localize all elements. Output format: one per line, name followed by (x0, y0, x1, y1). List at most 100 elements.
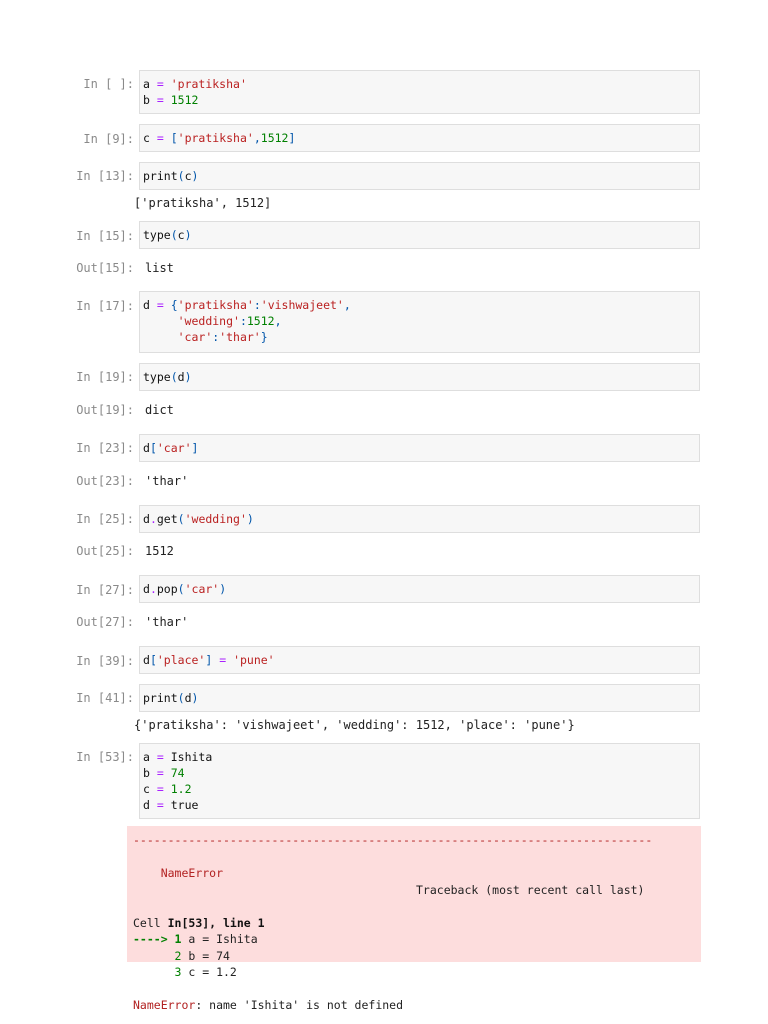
code-token: ( (177, 169, 185, 183)
cell-6-input[interactable]: type(d) (139, 363, 700, 391)
cell-8-input[interactable]: d.get('wedding') (139, 505, 700, 533)
code-token: ) (191, 691, 199, 705)
code-token: get (156, 512, 178, 526)
cell-7-prompt: In [23]: (76, 441, 134, 455)
traceback-label: Traceback (most recent call last) (416, 882, 645, 897)
error-line-2-code: b = 74 (181, 948, 230, 963)
cell-1-input[interactable]: a = 'pratiksha' b = 1512 (139, 70, 700, 114)
code-token: , (274, 314, 282, 328)
cell-4-out-prompt: Out[15]: (76, 261, 134, 275)
code-token: d (177, 370, 185, 384)
cell-4-prompt: In [15]: (76, 229, 134, 243)
error-output: ----------------------------------------… (127, 826, 701, 1012)
cell-5-input[interactable]: d = {'pratiksha':'vishwajeet', 'wedding'… (139, 291, 700, 353)
cell-8-out-prompt: Out[25]: (76, 544, 134, 558)
error-blank-line (133, 981, 695, 998)
code-token: d (143, 798, 150, 812)
error-line-1: ----> 1 a = Ishita (133, 931, 695, 948)
code-token: d (143, 441, 150, 455)
code-line: a = Ishita (143, 749, 695, 765)
code-line: type(d) (143, 369, 695, 385)
cell-11-input[interactable]: print(d) (139, 684, 700, 712)
code-line: d.get('wedding') (143, 511, 695, 527)
cell-3-input[interactable]: print(c) (139, 162, 700, 190)
cell-9-out-prompt: Out[27]: (76, 615, 134, 629)
code-token: 'place' (156, 653, 206, 667)
code-token: 'wedding' (184, 512, 247, 526)
code-token: = (149, 750, 171, 764)
error-line-3-code: c = 1.2 (181, 965, 237, 979)
code-line: d['car'] (143, 440, 695, 456)
code-line: 'car':'thar'} (143, 329, 695, 345)
code-token: 1512 (260, 131, 289, 145)
code-line: d = {'pratiksha':'vishwajeet', (143, 297, 695, 313)
cell-7-input[interactable]: d['car'] (139, 434, 700, 462)
code-token: ( (177, 582, 185, 596)
code-line: b = 74 (143, 765, 695, 781)
cell-8-prompt: In [25]: (76, 512, 134, 526)
cell-6-prompt: In [19]: (76, 370, 134, 384)
cell-1-prompt: In [ ]: (83, 77, 134, 91)
code-line: b = 1512 (143, 92, 695, 108)
code-token: [ (149, 653, 157, 667)
code-token: { (170, 298, 178, 312)
code-token: 'pratiksha' (177, 131, 254, 145)
code-token: 'vishwajeet' (260, 298, 344, 312)
code-token: 'car' (177, 330, 213, 344)
code-token: : (239, 314, 247, 328)
code-token: type (143, 370, 171, 384)
error-line-2: 2 b = 74 (133, 948, 695, 965)
cell-8-output: 1512 (145, 544, 174, 558)
error-message: NameError: name 'Ishita' is not defined (133, 997, 695, 1014)
code-token: 74 (170, 766, 185, 780)
error-cell-ref: In[53], line 1 (167, 915, 265, 930)
cell-6-out-prompt: Out[19]: (76, 403, 134, 417)
error-line-3-number: 3 (133, 965, 182, 979)
code-token: [ (170, 131, 178, 145)
cell-12-input[interactable]: a = Ishita b = 74 c = 1.2 d = true (139, 743, 700, 819)
cell-2-input[interactable]: c = ['pratiksha',1512] (139, 124, 700, 152)
code-token: print (143, 169, 178, 183)
code-line: c = ['pratiksha',1512] (143, 130, 695, 146)
code-token: ( (170, 228, 178, 242)
code-token: = (212, 653, 234, 667)
code-token: b (143, 766, 150, 780)
code-token: = (149, 798, 171, 812)
code-token: 'pratiksha' (177, 298, 254, 312)
cell-7-out-prompt: Out[23]: (76, 474, 134, 488)
code-token: print (143, 691, 178, 705)
code-token: ] (191, 441, 199, 455)
cell-3-prompt: In [13]: (76, 169, 134, 183)
error-arrow: ----> 1 (133, 932, 182, 946)
cell-10-input[interactable]: d['place'] = 'pune' (139, 646, 700, 674)
code-token: : (253, 298, 261, 312)
code-line: c = 1.2 (143, 781, 695, 797)
code-token: 1512 (246, 314, 275, 328)
code-token: type (143, 228, 171, 242)
code-token: ( (177, 512, 185, 526)
code-token: c (177, 228, 185, 242)
code-token: ] (288, 131, 296, 145)
code-token: a (143, 750, 150, 764)
code-token: , (253, 131, 261, 145)
error-final-msg: : name 'Ishita' is not defined (195, 998, 404, 1012)
code-token: ( (177, 691, 185, 705)
code-token: 'car' (184, 582, 220, 596)
cell-4-input[interactable]: type(c) (139, 221, 700, 249)
code-token: , (343, 298, 351, 312)
cell-9-input[interactable]: d.pop('car') (139, 575, 700, 603)
cell-2-prompt: In [9]: (83, 132, 134, 146)
cell-9-prompt: In [27]: (76, 583, 134, 597)
code-token: = (149, 77, 171, 91)
error-divider: ----------------------------------------… (133, 833, 653, 847)
code-token: 'pratiksha' (170, 77, 247, 91)
cell-4-output: list (145, 261, 174, 275)
code-token: 'thar' (219, 330, 261, 344)
code-line: print(d) (143, 690, 695, 706)
code-token: d (143, 298, 150, 312)
error-line-2-number: 2 (133, 948, 182, 963)
code-line: print(c) (143, 168, 695, 184)
code-token: 'pune' (233, 653, 275, 667)
error-cell-ref-line: Cell In[53], line 1 (133, 915, 695, 932)
